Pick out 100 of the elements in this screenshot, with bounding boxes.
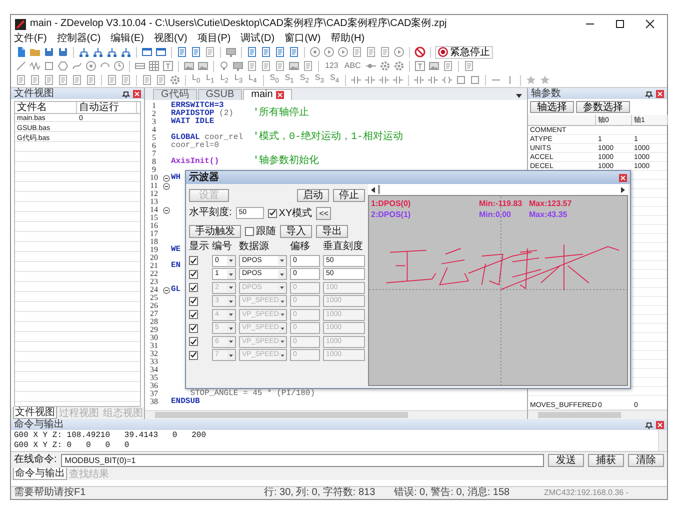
page-icon[interactable] [379, 46, 391, 58]
menu-item[interactable]: 项目(P) [197, 33, 231, 45]
square-icon[interactable] [455, 74, 468, 86]
scroll-left-icon[interactable] [370, 186, 376, 194]
button[interactable]: 轴选择 [530, 101, 574, 113]
monitor-icon[interactable] [232, 60, 244, 72]
monitor-icon[interactable] [225, 46, 237, 58]
button[interactable]: 启动 [297, 188, 329, 202]
toolbar-button[interactable]: L$_{2}$ [218, 73, 230, 87]
menu-item[interactable]: 文件(F) [14, 33, 47, 45]
page-icon[interactable] [29, 74, 41, 86]
clock-icon[interactable] [113, 60, 125, 72]
star-icon[interactable] [539, 74, 552, 86]
editor-tab[interactable]: G代码 [153, 89, 197, 100]
checkbox[interactable]: 跟随 [245, 226, 276, 236]
page-icon[interactable] [155, 74, 167, 86]
page-icon[interactable] [246, 60, 258, 72]
horizontal-scrollbar[interactable] [528, 410, 667, 419]
toolbar-button[interactable]: L$_{0}$ [190, 73, 202, 87]
save-icon[interactable] [43, 46, 55, 58]
page-icon[interactable] [260, 46, 272, 58]
circle-icon[interactable] [309, 46, 321, 58]
tab[interactable]: 文件视图 [13, 407, 57, 419]
play-icon[interactable] [323, 46, 335, 58]
ladder-contact-icon[interactable] [392, 74, 404, 86]
page-icon[interactable] [43, 74, 55, 86]
menu-item[interactable]: 窗口(W) [284, 33, 321, 45]
network-icon[interactable] [92, 46, 104, 58]
gear-icon[interactable] [169, 74, 181, 86]
button[interactable]: 导出 [316, 224, 348, 238]
ladder-contact-icon[interactable] [413, 74, 426, 86]
button[interactable]: 手动触发 [189, 224, 241, 238]
page-icon[interactable] [204, 46, 216, 58]
window-icon[interactable] [141, 46, 153, 58]
pin-icon[interactable] [122, 90, 130, 98]
button[interactable]: 参数选择 [576, 101, 630, 113]
image-icon[interactable] [428, 60, 440, 72]
ladder-contact-icon[interactable] [427, 74, 440, 86]
image-icon[interactable] [288, 60, 300, 72]
ladder-coil-icon[interactable] [441, 74, 454, 86]
toolbar-button[interactable]: 123 [323, 61, 340, 71]
editor-tab[interactable]: main [243, 89, 292, 100]
prohibited-icon[interactable] [414, 46, 426, 58]
page-icon[interactable] [85, 74, 97, 86]
page-icon[interactable] [106, 74, 118, 86]
page-icon[interactable] [365, 46, 377, 58]
window-icon[interactable] [155, 46, 167, 58]
page-icon[interactable] [71, 74, 83, 86]
text-box-icon[interactable] [414, 60, 426, 72]
toolbar-button[interactable]: S$_{4}$ [328, 73, 342, 87]
menu-item[interactable]: 视图(V) [154, 33, 188, 45]
grid-icon[interactable] [148, 60, 160, 72]
close-icon[interactable] [645, 19, 655, 29]
gear-icon[interactable] [392, 60, 405, 72]
network-icon[interactable] [78, 46, 90, 58]
fold-icon[interactable] [163, 206, 170, 214]
toolbar-button[interactable]: L$_{4}$ [246, 73, 259, 87]
menu-item[interactable]: 帮助(H) [330, 33, 365, 45]
fold-icon[interactable] [163, 286, 170, 294]
button[interactable]: 发送 [548, 454, 584, 466]
toolbar-button[interactable]: ABC [342, 61, 363, 71]
toolbar-button[interactable]: L$_{3}$ [232, 73, 245, 87]
gear-icon[interactable] [378, 60, 391, 72]
fold-icon[interactable] [163, 174, 170, 182]
play-icon[interactable] [337, 46, 349, 58]
circle-icon[interactable] [85, 60, 97, 72]
page-icon[interactable] [274, 46, 286, 58]
vertical-scrollbar[interactable] [658, 430, 667, 451]
image-icon[interactable] [183, 60, 195, 72]
star-icon[interactable] [525, 74, 538, 86]
document-icon[interactable] [15, 46, 27, 58]
page-icon[interactable] [176, 46, 188, 58]
play-icon[interactable] [393, 46, 405, 58]
page-icon[interactable] [288, 46, 300, 58]
maximize-icon[interactable] [615, 19, 625, 29]
text-box-icon[interactable] [162, 60, 174, 72]
ladder-contact-icon[interactable] [378, 74, 390, 86]
dropdown-arrow-icon[interactable] [515, 92, 523, 100]
table-icon[interactable] [134, 60, 146, 72]
menu-item[interactable]: 控制器(C) [56, 33, 101, 45]
bulb-icon[interactable] [218, 60, 230, 72]
network-icon[interactable] [106, 46, 118, 58]
page-icon[interactable] [15, 74, 27, 86]
wave-icon[interactable] [29, 60, 41, 72]
scroll-right-icon[interactable] [620, 186, 626, 194]
toolbar-button[interactable]: L$_{1}$ [204, 73, 216, 87]
page-icon[interactable] [57, 74, 69, 86]
hexagon-icon[interactable] [57, 60, 69, 72]
toolbar-button[interactable]: S$_{3}$ [312, 73, 326, 87]
editor-tab[interactable]: GSUB [198, 89, 242, 100]
button[interactable]: 停止 [333, 188, 365, 202]
menu-item[interactable]: 调试(D) [240, 33, 275, 45]
emergency-stop-button[interactable]: 紧急停止 [435, 46, 493, 58]
checkbox[interactable]: XY模式 [268, 208, 312, 218]
image-icon[interactable] [197, 60, 209, 72]
fold-icon[interactable] [163, 182, 170, 190]
tab[interactable]: 命令与输出 [13, 468, 67, 480]
pin-icon[interactable] [645, 90, 653, 98]
page-icon[interactable] [141, 74, 153, 86]
page-icon[interactable] [462, 60, 475, 72]
